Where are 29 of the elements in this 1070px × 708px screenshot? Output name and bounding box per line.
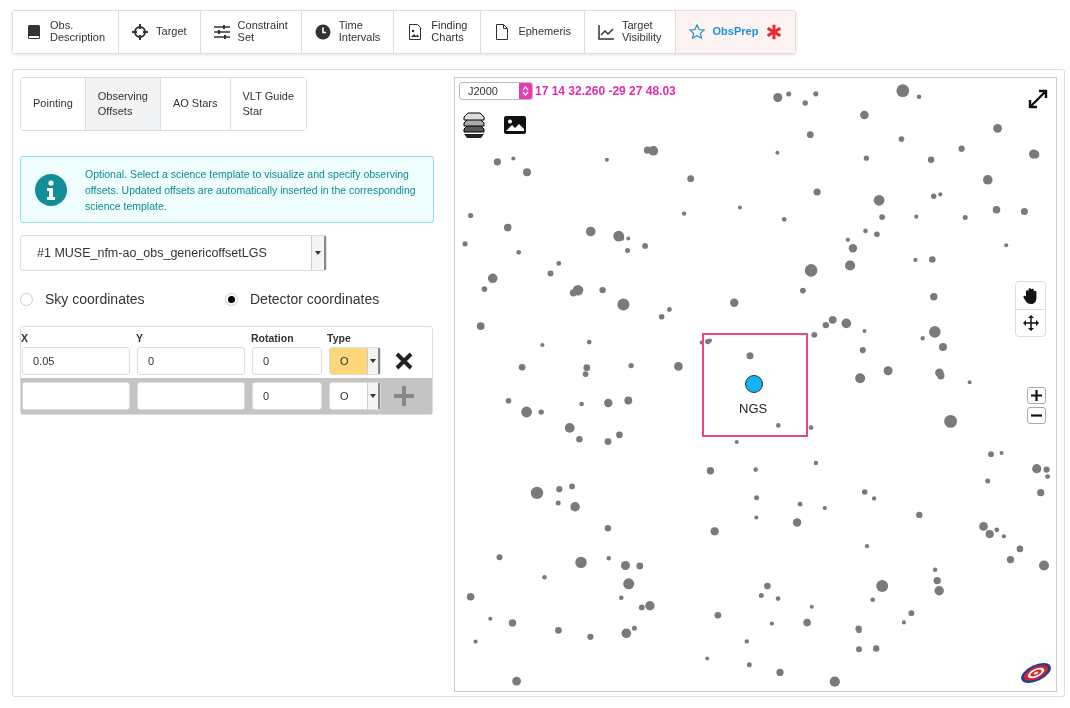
input-field[interactable]: 0 bbox=[252, 347, 322, 375]
coordinates-readout: 17 14 32.260 -29 27 48.03 bbox=[535, 84, 676, 98]
tab[interactable]: Finding Charts bbox=[394, 11, 482, 53]
star-label: NGS bbox=[739, 401, 768, 416]
tab[interactable]: Target Visibility bbox=[585, 11, 676, 53]
tab[interactable]: Target bbox=[119, 11, 201, 53]
input-field[interactable]: 0.05 bbox=[22, 347, 130, 375]
column-header: X bbox=[21, 332, 29, 344]
template-select[interactable]: #1 MUSE_nfm-ao_obs_genericoffsetLGS bbox=[20, 235, 327, 271]
tab[interactable]: Obs. Description bbox=[13, 11, 120, 53]
tab[interactable]: Constraint Set bbox=[200, 11, 302, 53]
input-field[interactable]: 0 bbox=[137, 347, 245, 375]
type-select[interactable]: O bbox=[329, 347, 381, 375]
step-tab[interactable]: Observing Offsets bbox=[85, 78, 161, 130]
tab[interactable]: Ephemeris bbox=[481, 11, 585, 53]
info-text: Optional. Select a science template to visualize and specify observing offsets. Updated offsets are automatically inserted in the corresponding science template. bbox=[85, 167, 417, 214]
type-select[interactable]: O bbox=[329, 382, 381, 410]
column-header: Rotation bbox=[251, 332, 295, 344]
frame-select[interactable]: J2000 bbox=[459, 82, 533, 100]
step-tab[interactable]: Pointing bbox=[21, 78, 86, 130]
tab[interactable]: Time Intervals bbox=[301, 11, 395, 53]
radio-option[interactable]: Detector coordinates bbox=[225, 291, 430, 307]
column-header: Y bbox=[136, 332, 144, 344]
input-field[interactable]: 0 bbox=[252, 382, 322, 410]
radio-label: Detector coordinates bbox=[250, 291, 380, 307]
column-header: Type bbox=[327, 332, 352, 344]
radio-option[interactable]: Sky coordinates bbox=[20, 291, 225, 307]
radio-label: Sky coordinates bbox=[45, 291, 145, 307]
sky-map[interactable]: J2000 17 14 32.260 -29 27 48.03 NGS bbox=[454, 77, 1057, 692]
